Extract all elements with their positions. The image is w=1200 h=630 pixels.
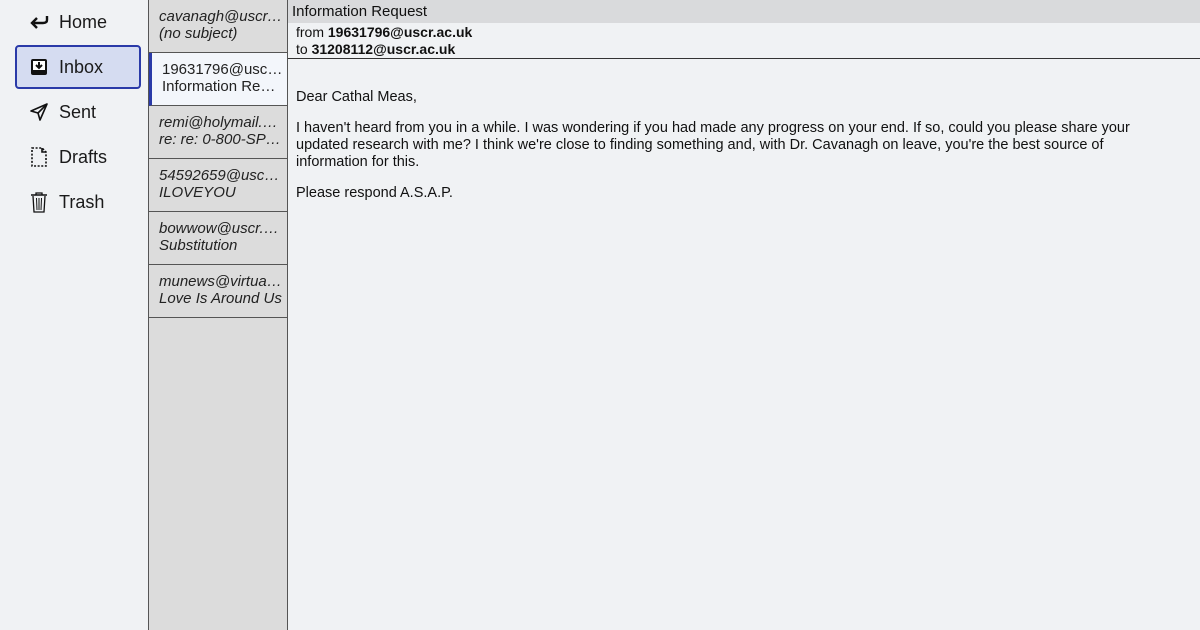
email-paragraph: I haven't heard from you in a while. I w… <box>296 120 1130 170</box>
nav-item-home[interactable]: Home <box>15 0 141 44</box>
inbox-icon <box>28 56 50 78</box>
nav-item-label: Drafts <box>59 146 108 167</box>
to-address: 31208112@uscr.ac.uk <box>311 41 456 57</box>
message-item[interactable]: cavanagh@uscr.ac.uk (no subject) <box>149 0 287 53</box>
trash-icon <box>28 191 50 213</box>
message-sender: bowwow@uscr.ac.uk <box>159 220 283 237</box>
mail-app: Home Inbox Sent Drafts Trash cavanagh@us… <box>0 0 1200 630</box>
to-line: to 31208112@uscr.ac.uk <box>296 41 1200 58</box>
email-subject: Information Request <box>288 0 1200 23</box>
message-sender: 19631796@uscr.ac.uk <box>162 61 283 78</box>
from-line: from 19631796@uscr.ac.uk <box>296 24 1200 41</box>
from-label: from <box>296 24 324 40</box>
message-item-selected[interactable]: 19631796@uscr.ac.uk Information Request <box>149 53 287 106</box>
from-address: 19631796@uscr.ac.uk <box>327 24 473 40</box>
nav-item-label: Trash <box>59 191 105 212</box>
message-item[interactable]: munews@virtual.net Love Is Around Us <box>149 265 287 318</box>
message-sender: munews@virtual.net <box>159 273 283 290</box>
message-subject: ILOVEYOU <box>159 184 236 201</box>
email-body: Dear Cathal Meas, I haven't heard from y… <box>288 59 1200 202</box>
draft-icon <box>28 146 50 168</box>
nav-item-sent[interactable]: Sent <box>15 90 141 134</box>
message-sender: 54592659@uscr.ac.uk <box>159 167 283 184</box>
nav-item-drafts[interactable]: Drafts <box>15 135 141 179</box>
nav-item-label: Sent <box>59 101 97 122</box>
nav-item-label: Home <box>59 11 108 32</box>
message-item[interactable]: remi@holymail.com re: re: 0-800-SPIRITS <box>149 106 287 159</box>
email-paragraph: Dear Cathal Meas, <box>296 89 417 105</box>
message-subject: Substitution <box>159 237 238 254</box>
message-sender: remi@holymail.com <box>159 114 283 131</box>
reply-arrow-icon <box>28 11 50 33</box>
sidebar-nav: Home Inbox Sent Drafts Trash <box>0 0 148 630</box>
nav-item-inbox[interactable]: Inbox <box>15 45 141 89</box>
nav-item-label: Inbox <box>59 56 104 77</box>
nav-item-trash[interactable]: Trash <box>15 180 141 224</box>
message-subject: (no subject) <box>159 25 238 42</box>
send-icon <box>28 101 50 123</box>
message-subject: Love Is Around Us <box>159 290 282 307</box>
message-subject: Information Request <box>162 78 283 95</box>
message-item[interactable]: 54592659@uscr.ac.uk ILOVEYOU <box>149 159 287 212</box>
message-list: cavanagh@uscr.ac.uk (no subject) 1963179… <box>148 0 288 630</box>
email-header: from 19631796@uscr.ac.uk to 31208112@usc… <box>288 23 1200 59</box>
email-paragraph: Please respond A.S.A.P. <box>296 185 453 201</box>
reading-pane: Information Request from 19631796@uscr.a… <box>288 0 1200 630</box>
to-label: to <box>296 41 308 57</box>
message-subject: re: re: 0-800-SPIRITS <box>159 131 283 148</box>
message-sender: cavanagh@uscr.ac.uk <box>159 8 283 25</box>
message-item[interactable]: bowwow@uscr.ac.uk Substitution <box>149 212 287 265</box>
